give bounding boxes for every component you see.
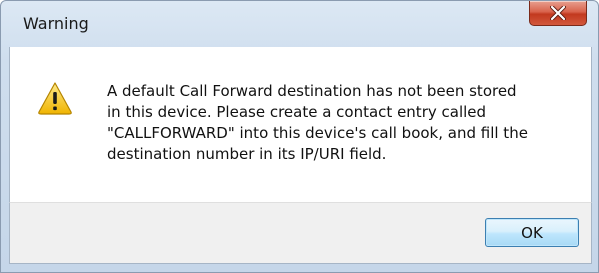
button-bar: OK <box>9 202 592 264</box>
dialog-content: A default Call Forward destination has n… <box>9 47 592 202</box>
close-button[interactable] <box>529 1 587 26</box>
ok-button[interactable]: OK <box>485 218 579 247</box>
message-line: in this device. Please create a contact … <box>107 103 487 121</box>
message-line: A default Call Forward destination has n… <box>107 82 517 100</box>
close-icon <box>550 6 566 20</box>
message-line: destination number in its IP/URI field. <box>107 145 387 163</box>
title-bar[interactable]: Warning <box>1 1 598 47</box>
window-title: Warning <box>23 14 89 33</box>
message-line: "CALLFORWARD" into this device's call bo… <box>107 124 528 142</box>
warning-dialog-window: Warning A default Call Forward destinati… <box>0 0 599 273</box>
warning-icon <box>38 82 72 115</box>
warning-message: A default Call Forward destination has n… <box>107 81 587 165</box>
